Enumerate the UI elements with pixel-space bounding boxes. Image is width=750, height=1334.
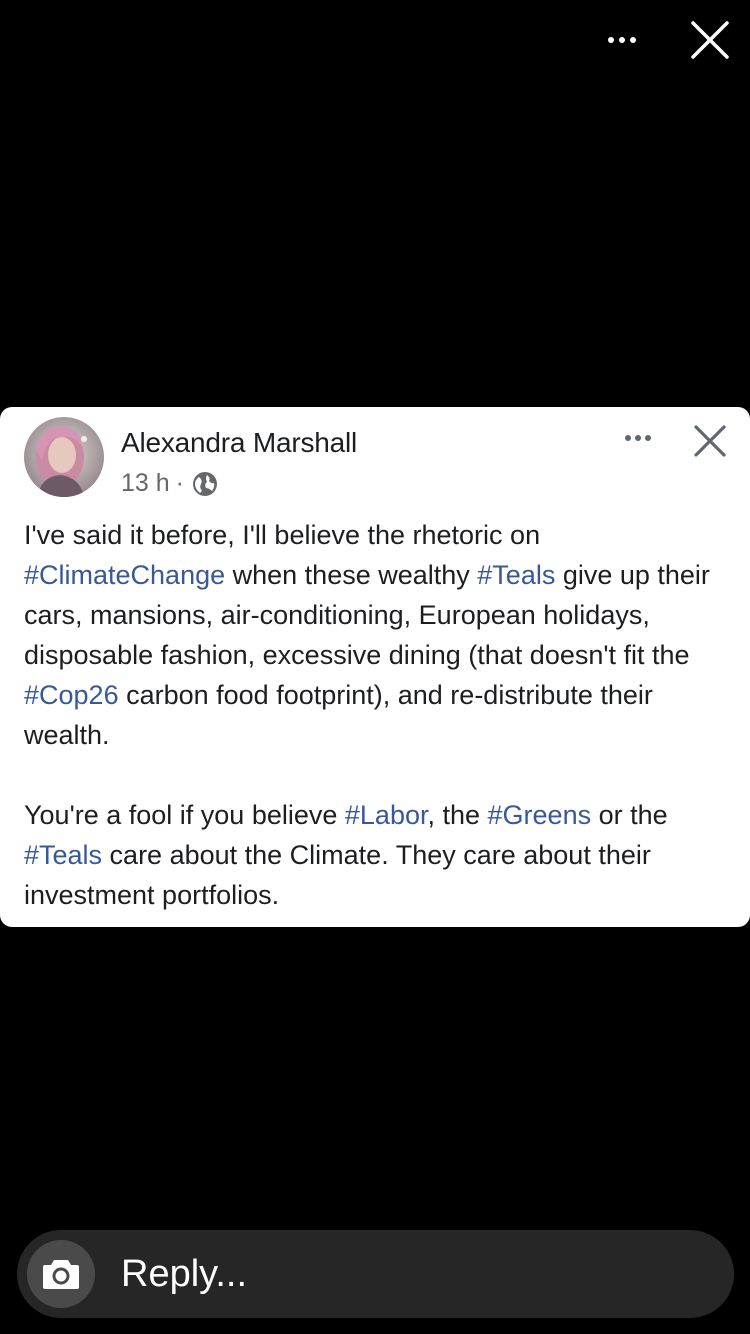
story-close-button[interactable]: [684, 14, 736, 66]
post-paragraph: You're a fool if you believe #Labor, the…: [24, 800, 668, 910]
hashtag-link[interactable]: #ClimateChange: [24, 560, 225, 590]
post-close-button[interactable]: [688, 419, 732, 463]
author-name[interactable]: Alexandra Marshall: [121, 427, 357, 459]
post-meta: 13 h ·: [121, 469, 218, 498]
avatar[interactable]: [24, 417, 104, 497]
hashtag-link[interactable]: #Teals: [24, 840, 102, 870]
reply-input[interactable]: Reply...: [121, 1250, 247, 1298]
hashtag-link[interactable]: #Greens: [488, 800, 592, 830]
globe-icon: [193, 471, 217, 496]
meta-separator: ·: [175, 469, 184, 497]
more-horizontal-icon: [608, 37, 614, 43]
avatar-image: [24, 417, 104, 497]
close-icon: [691, 21, 729, 59]
more-horizontal-icon: [625, 435, 631, 441]
camera-button[interactable]: [27, 1240, 95, 1308]
hashtag-link[interactable]: #Cop26: [24, 680, 119, 710]
reply-bar: Reply...: [17, 1230, 734, 1318]
story-more-button[interactable]: [596, 22, 648, 58]
post-time[interactable]: 13 h: [121, 469, 170, 498]
post-text: I've said it before, I'll believe the rh…: [24, 515, 734, 915]
hashtag-link[interactable]: #Labor: [345, 800, 428, 830]
camera-icon: [43, 1260, 79, 1289]
post-more-button[interactable]: [614, 421, 662, 455]
post-paragraph: I've said it before, I'll believe the rh…: [24, 520, 710, 750]
hashtag-link[interactable]: #Teals: [477, 560, 555, 590]
close-icon: [694, 425, 726, 457]
post-card: Alexandra Marshall 13 h · I've said it b…: [0, 407, 750, 927]
